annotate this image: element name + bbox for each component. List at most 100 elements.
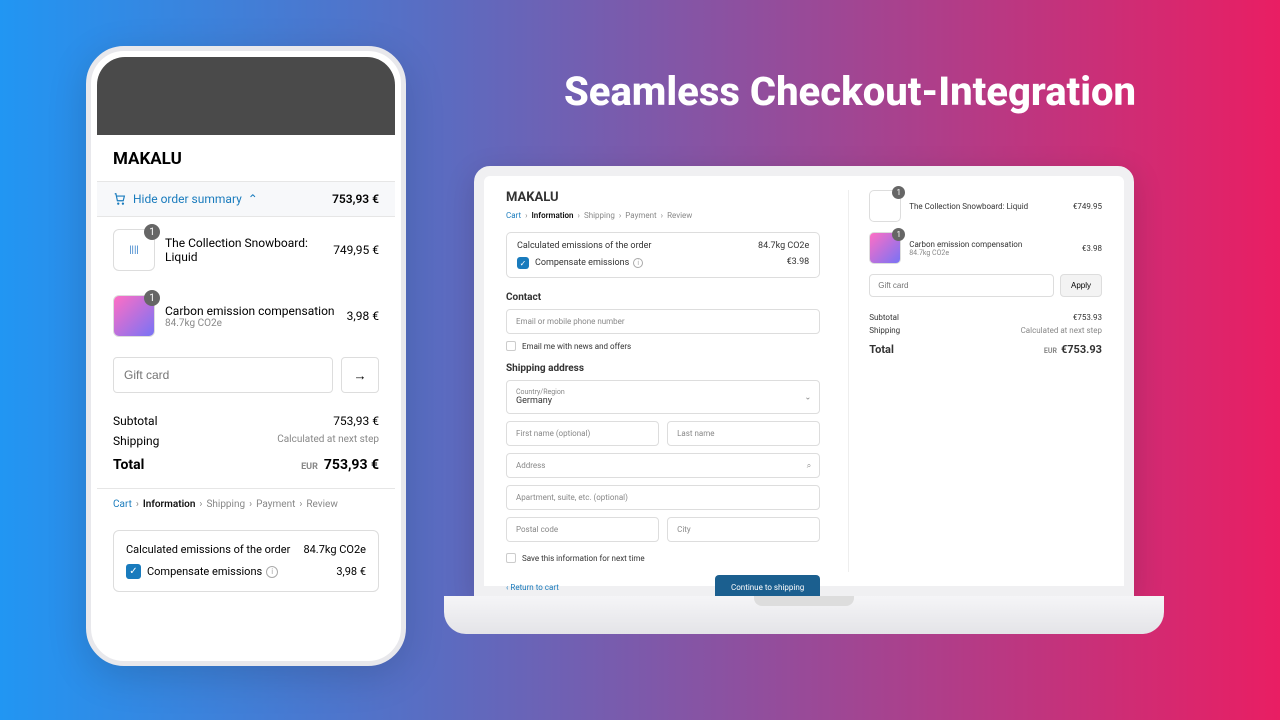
newsletter-label: Email me with news and offers <box>522 342 631 351</box>
store-name: MAKALU <box>506 190 820 205</box>
item-name: The Collection Snowboard: Liquid <box>909 202 1065 211</box>
subtotal-value: 753,93 € <box>333 414 379 428</box>
chevron-down-icon: ⌄ <box>805 393 812 402</box>
item-price: 749,95 € <box>333 243 379 257</box>
emissions-title: Calculated emissions of the order <box>126 543 290 556</box>
item-price: 3,98 € <box>347 309 379 323</box>
save-info-checkbox[interactable] <box>506 553 516 563</box>
crumb-cart[interactable]: Cart <box>113 499 132 510</box>
contact-heading: Contact <box>506 292 820 303</box>
total-value: 753,93 € <box>324 457 379 473</box>
item-thumbnail: 1 <box>869 190 901 222</box>
compensate-price: €3.98 <box>787 257 810 269</box>
shipping-heading: Shipping address <box>506 363 820 374</box>
postal-input[interactable]: Postal code <box>506 517 659 542</box>
chevron-right-icon: › <box>136 499 139 510</box>
item-price: €749.95 <box>1073 202 1102 211</box>
apartment-input[interactable]: Apartment, suite, etc. (optional) <box>506 485 820 510</box>
chevron-up-icon: ⌃ <box>248 192 258 206</box>
emissions-box: Calculated emissions of the order84.7kg … <box>506 232 820 278</box>
breadcrumb: Cart › Information › Shipping › Payment … <box>97 488 395 520</box>
gift-card-input[interactable] <box>113 357 333 393</box>
emissions-box: Calculated emissions of the order 84.7kg … <box>113 530 379 592</box>
laptop-base <box>444 596 1164 634</box>
emissions-title: Calculated emissions of the order <box>517 241 651 251</box>
compensate-checkbox[interactable]: ✓ <box>126 564 141 579</box>
phone-notch <box>97 57 395 135</box>
lastname-input[interactable]: Last name <box>667 421 820 446</box>
crumb-information: Information <box>143 499 196 510</box>
save-info-label: Save this information for next time <box>522 554 645 563</box>
item-sub: 84.7kg CO2e <box>909 249 1074 257</box>
crumb-payment: Payment <box>256 499 295 510</box>
newsletter-checkbox[interactable] <box>506 341 516 351</box>
chevron-right-icon: › <box>299 499 302 510</box>
line-item: 1 Carbon emission compensation84.7kg CO2… <box>869 232 1102 264</box>
item-sub: 84.7kg CO2e <box>165 318 337 329</box>
item-thumbnail: 1 <box>113 295 155 337</box>
summary-price: 753,93 € <box>332 192 379 206</box>
item-name: Carbon emission compensation <box>909 240 1074 249</box>
firstname-input[interactable]: First name (optional) <box>506 421 659 446</box>
country-value: Germany <box>516 396 810 406</box>
qty-badge: 1 <box>144 224 160 240</box>
total-label: Total <box>113 457 144 473</box>
country-label: Country/Region <box>516 388 810 396</box>
address-input[interactable]: Address⌕ <box>506 453 820 478</box>
city-input[interactable]: City <box>667 517 820 542</box>
shipping-label: Shipping <box>113 434 159 448</box>
crumb-shipping: Shipping <box>584 211 615 220</box>
gift-card-apply[interactable]: → <box>341 357 379 393</box>
crumb-information: Information <box>532 211 574 220</box>
order-summary-toggle[interactable]: Hide order summary ⌃ 753,93 € <box>97 182 395 217</box>
phone-frame: MAKALU Hide order summary ⌃ 753,93 € |||… <box>86 46 406 666</box>
apply-button[interactable]: Apply <box>1060 274 1102 297</box>
summary-toggle-label: Hide order summary <box>133 192 242 206</box>
total-value: €753.93 <box>1061 343 1102 356</box>
qty-badge: 1 <box>892 186 905 199</box>
item-name: Carbon emission compensation <box>165 304 337 318</box>
crumb-shipping: Shipping <box>206 499 245 510</box>
crumb-payment: Payment <box>625 211 656 220</box>
arrow-right-icon: → <box>353 368 366 383</box>
country-select[interactable]: Country/Region Germany ⌄ <box>506 380 820 414</box>
return-link[interactable]: ‹ Return to cart <box>506 583 559 592</box>
cart-icon <box>113 192 127 206</box>
subtotal-label: Subtotal <box>869 313 899 322</box>
emissions-value: 84.7kg CO2e <box>303 543 366 556</box>
total-label: Total <box>869 343 894 356</box>
email-input[interactable]: Email or mobile phone number <box>506 309 820 334</box>
currency: EUR <box>1044 347 1057 355</box>
chevron-right-icon: › <box>199 499 202 510</box>
qty-badge: 1 <box>892 228 905 241</box>
line-item: 1 Carbon emission compensation84.7kg CO2… <box>97 283 395 349</box>
crumb-review: Review <box>667 211 692 220</box>
store-name: MAKALU <box>97 135 395 182</box>
info-icon[interactable]: i <box>266 566 278 578</box>
currency: EUR <box>301 462 318 472</box>
shipping-value: Calculated at next step <box>277 434 379 448</box>
laptop-frame: MAKALU Cart › Information › Shipping › P… <box>444 166 1164 634</box>
line-item: 1 The Collection Snowboard: Liquid €749.… <box>869 190 1102 222</box>
compensate-label: Compensate emissions <box>147 565 262 578</box>
compensate-checkbox[interactable]: ✓ <box>517 257 529 269</box>
info-icon[interactable]: i <box>633 258 643 268</box>
qty-badge: 1 <box>144 290 160 306</box>
chevron-right-icon: › <box>249 499 252 510</box>
item-name: The Collection Snowboard: Liquid <box>165 236 323 264</box>
subtotal-label: Subtotal <box>113 414 158 428</box>
item-price: €3.98 <box>1082 244 1102 253</box>
compensate-price: 3,98 € <box>336 565 366 578</box>
item-thumbnail: 1 <box>869 232 901 264</box>
breadcrumb: Cart › Information › Shipping › Payment … <box>506 211 820 220</box>
crumb-cart[interactable]: Cart <box>506 211 521 220</box>
headline: Seamless Checkout-Integration <box>460 68 1240 115</box>
search-icon: ⌕ <box>807 461 811 471</box>
shipping-label: Shipping <box>869 326 900 335</box>
crumb-review: Review <box>306 499 338 510</box>
line-item: ||||1 The Collection Snowboard: Liquid 7… <box>97 217 395 283</box>
item-thumbnail: ||||1 <box>113 229 155 271</box>
subtotal-value: €753.93 <box>1073 313 1102 322</box>
gift-card-input[interactable] <box>869 274 1054 297</box>
compensate-label: Compensate emissions <box>535 258 629 268</box>
